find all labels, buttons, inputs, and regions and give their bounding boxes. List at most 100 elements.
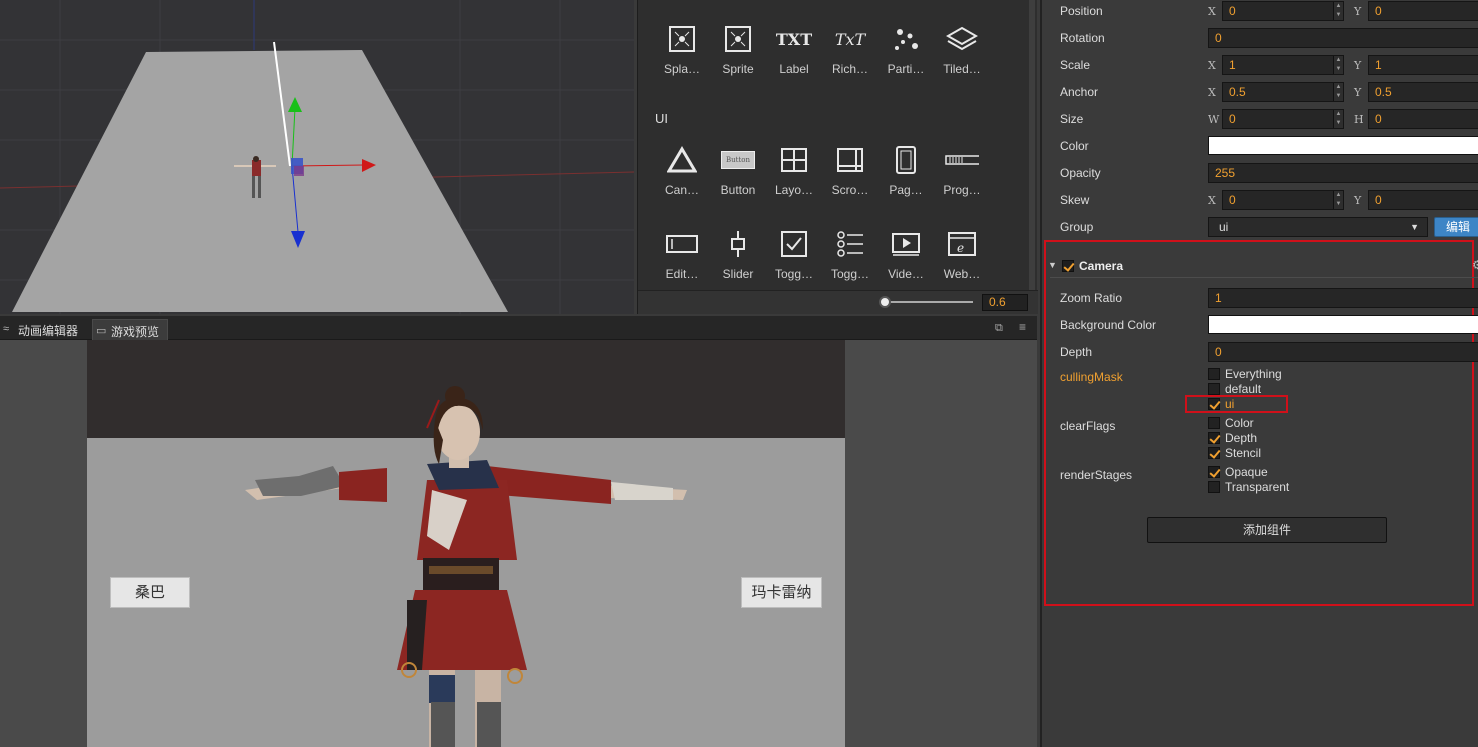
tab-animation-editor[interactable]: ≈ 动画编辑器 [0, 319, 86, 340]
widget-webview[interactable]: e Web… [934, 227, 990, 281]
axis-label: H [1354, 113, 1364, 126]
scene-view[interactable] [0, 0, 634, 314]
widget-label: Spla… [663, 62, 701, 76]
clear-color-checkbox[interactable] [1208, 417, 1220, 429]
widget-tiledmap[interactable]: Tiled… [934, 22, 990, 76]
widget-toggle[interactable]: Togg… [766, 227, 822, 281]
widget-label: Vide… [888, 267, 924, 281]
widget-progressbar[interactable]: Prog… [934, 143, 990, 197]
widget-particle[interactable]: Parti… [878, 22, 934, 76]
zoom-ratio-input[interactable]: 1 [1208, 288, 1478, 308]
axis-label: X [1208, 59, 1216, 72]
menu-icon[interactable]: ≡ [1019, 320, 1026, 334]
zoom-slider-thumb[interactable] [879, 296, 891, 308]
collapse-arrow-icon[interactable]: ▼ [1048, 260, 1057, 270]
game-canvas[interactable]: 桑巴 玛卡雷纳 [87, 340, 845, 747]
preview-tab-bar: ≈ 动画编辑器 ▭ 游戏预览 ⧉ ≡ [0, 316, 1037, 340]
widget-layout[interactable]: Layo… [766, 143, 822, 197]
character-illustration [245, 386, 687, 747]
widget-scrollview[interactable]: Scro… [822, 143, 878, 197]
prop-group: Group ui ▼ 编辑 [1042, 216, 1478, 243]
inspector-panel: Position X 0 ▲ ▼ Y 0 Rotation 0 Scale X 1 ▲… [1040, 0, 1478, 747]
checkbox-label: Stencil [1225, 446, 1262, 460]
clear-depth-checkbox[interactable] [1208, 432, 1220, 444]
prop-rotation: Rotation 0 [1042, 27, 1478, 54]
color-swatch[interactable] [1208, 136, 1478, 155]
clear-stencil-checkbox[interactable] [1208, 447, 1220, 459]
opacity-input[interactable]: 255 [1208, 163, 1478, 183]
background-color-swatch[interactable] [1208, 315, 1478, 334]
scale-x-input[interactable]: 1 ▲ ▼ [1222, 55, 1344, 75]
widget-label: Prog… [943, 183, 981, 197]
render-opaque-checkbox[interactable] [1208, 466, 1220, 478]
widget-pageview[interactable]: Pag… [878, 143, 934, 197]
render-stages-label: renderStages [1060, 468, 1133, 482]
label-icon: TXT [775, 29, 813, 49]
spinner-icon[interactable]: ▲ ▼ [1333, 191, 1343, 209]
skew-x-input[interactable]: 0 ▲ ▼ [1222, 190, 1344, 210]
prop-anchor: Anchor X 0.5 ▲ ▼ Y 0.5 [1042, 81, 1478, 108]
widget-label: Tiled… [943, 62, 981, 76]
widget-canvas[interactable]: Can… [654, 143, 710, 197]
scene-canvas[interactable] [0, 0, 634, 314]
zoom-slider-track[interactable] [885, 301, 973, 303]
togglegroup-icon [833, 227, 867, 261]
widget-label-node[interactable]: TXT Label [766, 22, 822, 77]
prop-label: Position [1060, 4, 1103, 18]
depth-input[interactable]: 0 [1208, 342, 1478, 362]
position-x-input[interactable]: 0 ▲ ▼ [1222, 1, 1344, 21]
spinner-icon[interactable]: ▲ ▼ [1333, 83, 1343, 101]
anchor-y-input[interactable]: 0.5 [1368, 82, 1478, 102]
culling-mask-label: cullingMask [1060, 370, 1123, 384]
node-library-panel: Spla… Sprite TXT Label TxT Rich… Parti… … [637, 0, 1038, 314]
layout-icon [777, 143, 811, 177]
skew-y-input[interactable]: 0 [1368, 190, 1478, 210]
webview-icon: e [945, 227, 979, 261]
spinner-icon[interactable]: ▲ ▼ [1333, 56, 1343, 74]
prop-label: Background Color [1060, 318, 1157, 332]
prop-size: Size W 0 ▲ ▼ H 0 [1042, 108, 1478, 135]
maximize-icon[interactable]: ⧉ [995, 322, 1003, 335]
animation-icon: ≈ [3, 323, 10, 335]
scale-y-input[interactable]: 1 [1368, 55, 1478, 75]
widgets-scrollbar[interactable] [1029, 0, 1035, 290]
prop-position: Position X 0 ▲ ▼ Y 0 [1042, 0, 1478, 27]
add-component-button[interactable]: 添加组件 [1147, 517, 1387, 543]
position-y-input[interactable]: 0 [1368, 1, 1478, 21]
render-transparent-checkbox[interactable] [1208, 481, 1220, 493]
widget-videoplayer[interactable]: Vide… [878, 227, 934, 281]
camera-component-title: Camera [1079, 259, 1124, 273]
group-edit-button[interactable]: 编辑 [1434, 217, 1478, 237]
samba-button[interactable]: 桑巴 [110, 577, 190, 608]
culling-default-checkbox[interactable] [1208, 383, 1220, 395]
widget-splash[interactable]: Spla… [654, 22, 710, 76]
pageview-icon [889, 143, 923, 177]
widget-button[interactable]: Button Button [710, 143, 766, 197]
prop-label: Scale [1060, 58, 1091, 72]
prop-label: Rotation [1060, 31, 1105, 45]
progressbar-icon [945, 143, 979, 177]
tab-game-preview[interactable]: ▭ 游戏预览 [92, 319, 169, 340]
toggle-icon [777, 227, 811, 261]
widget-togglegroup[interactable]: Togg… [822, 227, 878, 281]
camera-enabled-checkbox[interactable] [1062, 260, 1074, 272]
spinner-icon[interactable]: ▲ ▼ [1333, 110, 1343, 128]
spinner-icon[interactable]: ▲ ▼ [1333, 2, 1343, 20]
rotation-input[interactable]: 0 [1208, 28, 1478, 48]
widget-editbox[interactable]: Edit… [654, 227, 710, 281]
gear-icon[interactable]: ⚙ [1472, 258, 1478, 272]
anchor-x-input[interactable]: 0.5 ▲ ▼ [1222, 82, 1344, 102]
culling-everything-checkbox[interactable] [1208, 368, 1220, 380]
group-select[interactable]: ui ▼ [1208, 217, 1428, 237]
prop-label: Group [1060, 220, 1094, 234]
widget-label: Togg… [830, 267, 870, 281]
widget-richtext[interactable]: TxT Rich… [822, 22, 878, 77]
macarena-button[interactable]: 玛卡雷纳 [741, 577, 822, 608]
size-height-input[interactable]: 0 [1368, 109, 1478, 129]
widget-slider[interactable]: Slider [710, 227, 766, 281]
size-width-input[interactable]: 0 ▲ ▼ [1222, 109, 1344, 129]
prop-opacity: Opacity 255 [1042, 162, 1478, 189]
richtext-icon: TxT [834, 29, 866, 49]
zoom-value-input[interactable]: 0.6 [982, 294, 1028, 311]
widget-sprite[interactable]: Sprite [710, 22, 766, 76]
